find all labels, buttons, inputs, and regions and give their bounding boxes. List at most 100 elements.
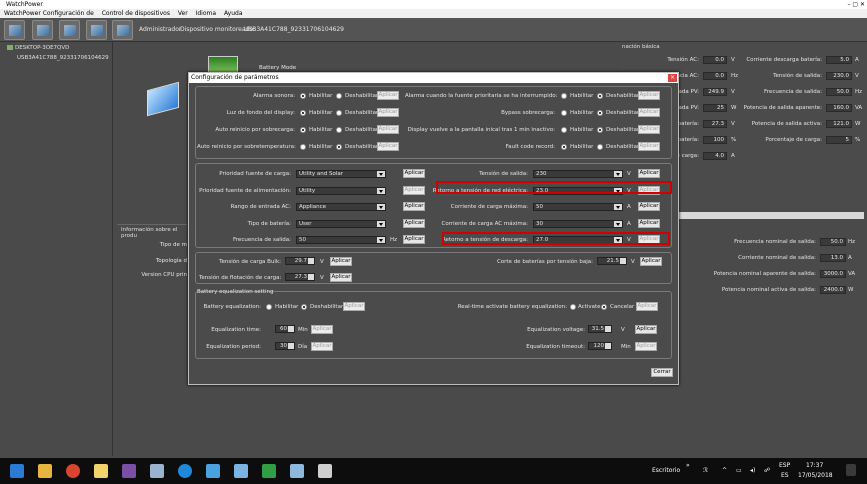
spinner-arrows-icon[interactable]	[605, 343, 611, 349]
app-icon-5[interactable]	[290, 464, 304, 478]
tray-arrow-icon[interactable]: ^	[722, 467, 727, 474]
select-apply-button[interactable]: Aplicar	[403, 218, 425, 228]
clock-time[interactable]: 17:37	[806, 462, 823, 469]
file-explorer-icon[interactable]	[38, 464, 52, 478]
eq-voltage-apply-button[interactable]: Aplicar	[635, 325, 657, 334]
cutoff-spinner[interactable]: 21.5	[597, 257, 627, 265]
chevron-down-icon[interactable]	[377, 204, 385, 210]
spinner-arrows-icon[interactable]	[620, 258, 626, 264]
toggle-apply-button[interactable]: Aplicar	[377, 125, 399, 134]
rt-activate-radio[interactable]	[570, 304, 576, 310]
notes-icon[interactable]	[94, 464, 108, 478]
eq-time-apply-button[interactable]: Aplicar	[311, 325, 333, 334]
edge-icon[interactable]	[178, 464, 192, 478]
eq-voltage-spinner[interactable]: 31.5	[588, 325, 612, 333]
menu-language[interactable]: Idioma	[196, 10, 216, 17]
disable-radio[interactable]	[597, 93, 603, 99]
enable-radio[interactable]	[561, 93, 567, 99]
disable-radio[interactable]	[597, 110, 603, 116]
toolbar-button-5[interactable]	[112, 20, 133, 40]
float-apply-button[interactable]: Aplicar	[330, 273, 352, 282]
eq-apply-button[interactable]: Aplicar	[343, 302, 365, 311]
select-apply-button[interactable]: Aplicar	[638, 169, 660, 178]
person-icon[interactable]: ℛ	[703, 467, 708, 474]
chevron-down-icon[interactable]	[377, 171, 385, 177]
chevron-down-icon[interactable]	[377, 237, 385, 243]
toggle-apply-button[interactable]: Aplicar	[638, 108, 660, 117]
disable-radio[interactable]	[336, 93, 342, 99]
select-apply-button[interactable]: Aplicar	[638, 218, 660, 228]
window-controls[interactable]: – ▢ ✕	[847, 0, 865, 9]
menu-help[interactable]: Ayuda	[224, 10, 243, 17]
disable-radio[interactable]	[597, 127, 603, 133]
menu-device-control[interactable]: Control de dispositivos	[102, 10, 170, 17]
desktop-label[interactable]: Escritorio	[652, 467, 680, 474]
tree-root[interactable]: DESKTOP-3OE7QVD	[7, 45, 69, 51]
toggle-apply-button[interactable]: Aplicar	[638, 91, 660, 100]
eq-period-spinner[interactable]: 30	[275, 342, 295, 350]
chrome-icon[interactable]	[66, 464, 80, 478]
chevron-down-icon[interactable]	[377, 187, 385, 194]
lang-label[interactable]: ESP	[779, 462, 790, 469]
select-dropdown[interactable]: User	[296, 219, 386, 228]
toolbar-button-1[interactable]	[4, 20, 25, 40]
chevron-down-icon[interactable]	[614, 171, 622, 177]
toolbar-button-4[interactable]	[86, 20, 107, 40]
select-apply-button[interactable]: Aplicar	[403, 202, 425, 211]
enable-radio[interactable]	[300, 127, 306, 133]
select-dropdown[interactable]: 230	[533, 170, 623, 178]
disable-radio[interactable]	[336, 127, 342, 133]
select-dropdown[interactable]: 50	[296, 236, 386, 244]
toggle-apply-button[interactable]: Aplicar	[377, 142, 399, 151]
eq-timeout-apply-button[interactable]: Aplicar	[635, 342, 657, 351]
eq-period-apply-button[interactable]: Aplicar	[311, 342, 333, 351]
toggle-apply-button[interactable]: Aplicar	[377, 91, 399, 100]
disable-radio[interactable]	[597, 144, 603, 150]
bulk-spinner[interactable]: 29.7	[285, 257, 315, 265]
menu-view[interactable]: Ver	[178, 10, 188, 17]
toggle-apply-button[interactable]: Aplicar	[638, 142, 660, 151]
enable-radio[interactable]	[300, 110, 306, 116]
enable-radio[interactable]	[561, 110, 567, 116]
cutoff-apply-button[interactable]: Aplicar	[640, 257, 662, 266]
clock-date[interactable]: 17/05/2018	[798, 472, 833, 479]
watchpower-icon[interactable]	[262, 464, 276, 478]
windows-start-icon[interactable]	[10, 464, 24, 478]
toggle-apply-button[interactable]: Aplicar	[377, 108, 399, 117]
rt-apply-button[interactable]: Aplicar	[636, 302, 658, 311]
calculator-icon[interactable]	[318, 464, 332, 478]
select-apply-button[interactable]: Aplicar	[403, 235, 425, 244]
select-apply-button[interactable]: Aplicar	[403, 169, 425, 178]
spinner-arrows-icon[interactable]	[605, 326, 611, 332]
app-icon-3[interactable]	[206, 464, 220, 478]
select-dropdown[interactable]: Utility and Solar	[296, 170, 386, 178]
enable-radio[interactable]	[561, 127, 567, 133]
spinner-arrows-icon[interactable]	[308, 274, 314, 280]
chevron-down-icon[interactable]	[614, 204, 622, 210]
disable-radio[interactable]	[336, 110, 342, 116]
network-icon[interactable]: ☍	[764, 467, 770, 474]
chevron-down-icon[interactable]	[614, 220, 622, 227]
app-icon-4[interactable]	[234, 464, 248, 478]
spinner-arrows-icon[interactable]	[288, 326, 294, 332]
chevron-down-icon[interactable]	[377, 220, 385, 227]
close-dialog-button[interactable]: Cerrar	[651, 368, 673, 377]
chevron-up-icon[interactable]: »	[686, 462, 690, 469]
toolbar-button-3[interactable]	[59, 20, 80, 40]
spinner-arrows-icon[interactable]	[288, 343, 294, 349]
select-dropdown[interactable]: 50	[533, 203, 623, 211]
select-dropdown[interactable]: 30	[533, 219, 623, 228]
disable-radio[interactable]	[336, 144, 342, 150]
select-apply-button[interactable]: Aplicar	[403, 185, 425, 195]
spinner-arrows-icon[interactable]	[308, 258, 314, 264]
enable-radio[interactable]	[300, 93, 306, 99]
select-dropdown[interactable]: Appliance	[296, 203, 386, 211]
enable-radio[interactable]	[300, 144, 306, 150]
float-spinner[interactable]: 27.3	[285, 273, 315, 281]
notifications-icon[interactable]	[846, 464, 856, 476]
app-icon-2[interactable]	[150, 464, 164, 478]
toolbar-button-2[interactable]	[32, 20, 53, 40]
eq-time-spinner[interactable]: 60	[275, 325, 295, 333]
toggle-apply-button[interactable]: Aplicar	[638, 125, 660, 134]
app-icon-1[interactable]	[122, 464, 136, 478]
